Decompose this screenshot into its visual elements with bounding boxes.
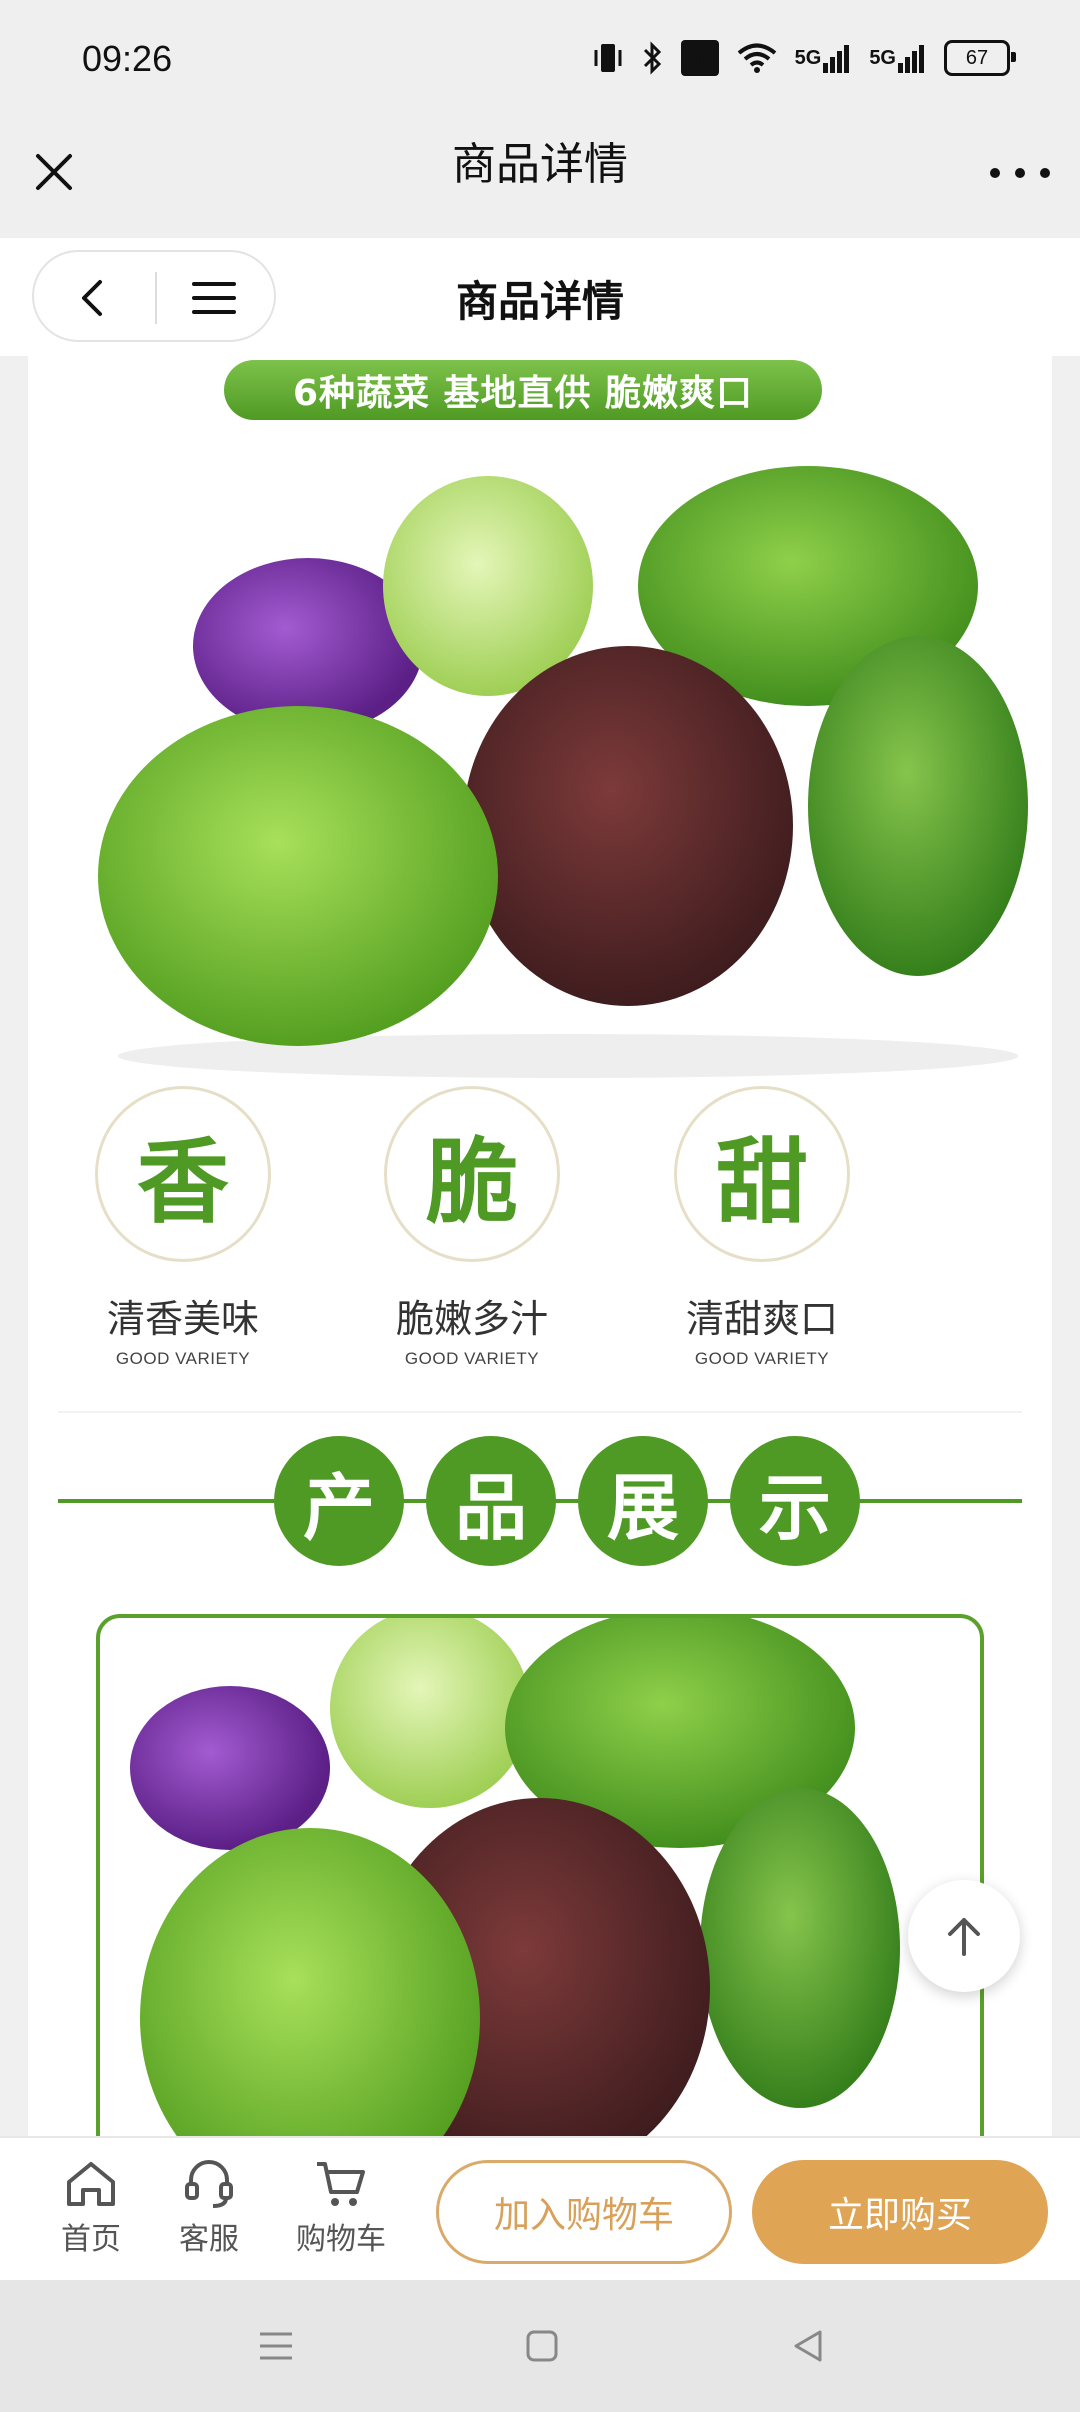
vibrate-icon	[593, 40, 623, 76]
section-title-product-display: 产 品 展 示	[58, 1436, 1022, 1566]
feature-subtitle: GOOD VARIETY	[404, 1349, 540, 1368]
bottom-action-bar: 首页 客服 购物车 加入购物车 立即购买	[0, 2136, 1080, 2280]
section-title-char: 产	[274, 1436, 404, 1566]
bluetooth-icon	[641, 40, 663, 76]
menu-lines-icon	[260, 2332, 292, 2360]
product-detail-content: 6种蔬菜 基地直供 脆嫩爽口 香 清香美味 GOOD VARIETY 脆 脆嫩多…	[0, 356, 1080, 2136]
feature-name: 清香美味	[106, 1297, 259, 1341]
feature-item: 脆 脆嫩多汁 GOOD VARIETY	[342, 1086, 602, 1369]
feature-icon: 香	[95, 1086, 271, 1262]
status-time: 09:26	[82, 38, 173, 79]
feature-item: 甜 清甜爽口 GOOD VARIETY	[632, 1086, 892, 1369]
buy-now-button[interactable]: 立即购买	[752, 2160, 1048, 2264]
add-to-cart-button[interactable]: 加入购物车	[436, 2160, 732, 2264]
cart-icon	[317, 2162, 365, 2206]
nav-customer-service[interactable]: 客服	[154, 2158, 264, 2258]
system-menu-button[interactable]	[254, 2324, 298, 2368]
page-title: 商品详情	[455, 277, 624, 326]
product-display-frame	[96, 1614, 984, 2136]
status-icons: HD 5G 5G 67	[593, 40, 1016, 76]
nav-cart-label: 购物车	[296, 2222, 386, 2257]
signal-icon-1: 5G	[795, 40, 852, 76]
nav-service-label: 客服	[179, 2222, 239, 2257]
feature-icon: 脆	[384, 1086, 560, 1262]
section-divider	[58, 1411, 1022, 1413]
nav-cart[interactable]: 购物车	[286, 2158, 396, 2258]
scroll-to-top-button[interactable]	[908, 1880, 1020, 1992]
more-dot	[1040, 168, 1050, 178]
hd-badge: HD	[680, 40, 719, 76]
arrow-up-icon	[948, 1918, 980, 1956]
section-title-char: 示	[730, 1436, 860, 1566]
vegetables-image	[98, 466, 1028, 1078]
status-bar: 09:26 HD 5G 5G 67	[0, 0, 1080, 120]
app-bar: 商品详情	[0, 120, 1080, 238]
triangle-back-icon	[794, 2330, 822, 2362]
feature-item: 香 清香美味 GOOD VARIETY	[53, 1086, 313, 1369]
app-title: 商品详情	[452, 139, 628, 190]
detail-card: 6种蔬菜 基地直供 脆嫩爽口 香 清香美味 GOOD VARIETY 脆 脆嫩多…	[28, 356, 1052, 2136]
section-title-chars: 产 品 展 示	[274, 1436, 860, 1566]
system-nav-bar	[0, 2280, 1080, 2412]
system-home-button[interactable]	[520, 2324, 564, 2368]
section-title-char: 品	[426, 1436, 556, 1566]
feature-subtitle: GOOD VARIETY	[115, 1349, 251, 1368]
square-icon	[526, 2330, 558, 2362]
feature-icon: 甜	[674, 1086, 850, 1262]
more-dot	[1015, 168, 1025, 178]
promo-banner: 6种蔬菜 基地直供 脆嫩爽口	[224, 360, 822, 420]
feature-subtitle: GOOD VARIETY	[694, 1349, 830, 1368]
more-dot	[990, 168, 1000, 178]
nav-home[interactable]: 首页	[36, 2158, 146, 2258]
product-display-image	[130, 1618, 900, 2136]
feature-name: 脆嫩多汁	[395, 1297, 548, 1341]
signal-icon-2: 5G	[869, 40, 926, 76]
nav-home-label: 首页	[61, 2222, 121, 2257]
feature-list: 香 清香美味 GOOD VARIETY 脆 脆嫩多汁 GOOD VARIETY …	[28, 1086, 1052, 1368]
section-title-char: 展	[578, 1436, 708, 1566]
more-button[interactable]	[990, 158, 1050, 188]
signal-label-1: 5G	[794, 46, 822, 69]
home-icon	[67, 2162, 115, 2206]
battery-icon: 67	[944, 40, 1016, 76]
wifi-icon	[737, 40, 777, 76]
page-header: 商品详情	[0, 238, 1080, 356]
system-back-button[interactable]	[786, 2324, 830, 2368]
feature-name: 清甜爽口	[685, 1297, 838, 1341]
headset-icon	[185, 2160, 233, 2208]
signal-label-2: 5G	[869, 46, 896, 69]
